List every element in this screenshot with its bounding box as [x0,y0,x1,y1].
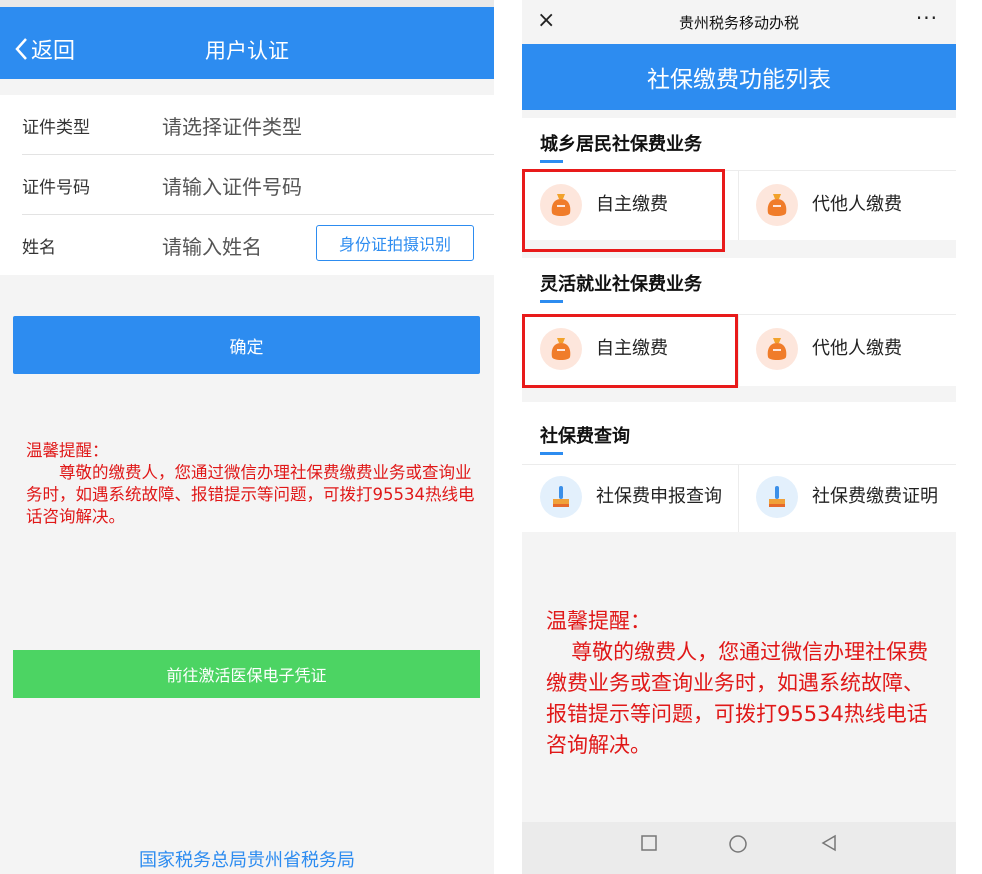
id-number-input[interactable]: 请输入证件号码 [162,171,302,200]
highlight-box [522,169,725,252]
section-title: 灵活就业社保费业务 [540,274,702,295]
id-number-row[interactable]: 证件号码 请输入证件号码 [0,155,494,215]
pay-for-others-button[interactable]: 代他人缴费 [756,328,902,370]
section-title: 城乡居民社保费业务 [540,134,702,155]
query-stamp-icon [756,476,798,518]
notice-title: 温馨提醒： [546,609,651,633]
recents-icon[interactable] [640,834,658,856]
item-label: 代他人缴费 [812,194,902,215]
divider [738,314,739,386]
divider [738,170,739,240]
section-query: 社保费查询 社保费申报查询 社保费缴费证明 [522,402,956,532]
name-row[interactable]: 姓名 请输入姓名 身份证拍摄识别 [0,215,494,275]
section-underline [540,300,563,303]
id-number-label: 证件号码 [22,177,90,198]
auth-form: 证件类型 请选择证件类型 证件号码 请输入证件号码 姓名 请输入姓名 身份证拍摄… [0,95,494,275]
item-label: 代他人缴费 [812,338,902,359]
app-title-bar: × 贵州税务移动办税 ··· [522,0,956,44]
section-title: 社保费查询 [540,426,630,447]
section-underline [540,160,563,163]
divider [522,464,956,465]
android-nav-bar [522,822,956,874]
name-label: 姓名 [22,237,56,258]
name-input[interactable]: 请输入姓名 [162,231,262,260]
section-underline [540,452,563,455]
id-type-row[interactable]: 证件类型 请选择证件类型 [0,95,494,155]
page-title: 用户认证 [205,39,289,63]
status-strip [0,0,494,7]
item-label: 社保费缴费证明 [812,486,938,507]
page-title: 社保缴费功能列表 [522,44,956,110]
notice-title: 温馨提醒： [26,441,109,460]
footer-org: 国家税务总局贵州省税务局 [139,850,355,871]
notice: 温馨提醒： 尊敬的缴费人，您通过微信办理社保费缴费业务或查询业务时，如遇系统故障… [26,440,476,528]
query-stamp-icon [540,476,582,518]
activate-medical-voucher-button[interactable]: 前往激活医保电子凭证 [13,650,480,698]
id-type-select[interactable]: 请选择证件类型 [162,111,302,140]
screen-gap [494,0,522,874]
money-bag-icon [756,184,798,226]
pay-for-others-button[interactable]: 代他人缴费 [756,184,902,226]
money-bag-icon [756,328,798,370]
notice: 温馨提醒： 尊敬的缴费人，您通过微信办理社保费缴费业务或查询业务时，如遇系统故障… [546,606,942,761]
back-icon[interactable] [820,834,838,856]
confirm-button[interactable]: 确定 [13,316,480,374]
app-title: 贵州税务移动办税 [678,14,799,32]
divider [738,464,739,532]
notice-body: 尊敬的缴费人，您通过微信办理社保费缴费业务或查询业务时，如遇系统故障、报错提示等… [546,640,929,757]
payment-certificate-button[interactable]: 社保费缴费证明 [756,476,952,518]
declaration-query-button[interactable]: 社保费申报查询 [540,476,726,518]
notice-body: 尊敬的缴费人，您通过微信办理社保费缴费业务或查询业务时，如遇系统故障、报错提示等… [26,463,475,526]
id-type-label: 证件类型 [22,117,90,138]
left-screen: 返回 用户认证 证件类型 请选择证件类型 证件号码 请输入证件号码 姓名 请输入… [0,0,494,874]
home-icon[interactable] [728,834,748,858]
highlight-box [522,314,738,388]
header-bar: 返回 用户认证 [0,7,494,79]
more-icon[interactable]: ··· [916,6,938,30]
item-label: 社保费申报查询 [596,486,722,507]
id-scan-button[interactable]: 身份证拍摄识别 [316,225,474,261]
right-screen: × 贵州税务移动办税 ··· 社保缴费功能列表 城乡居民社保费业务 自主缴费 代… [522,0,956,874]
